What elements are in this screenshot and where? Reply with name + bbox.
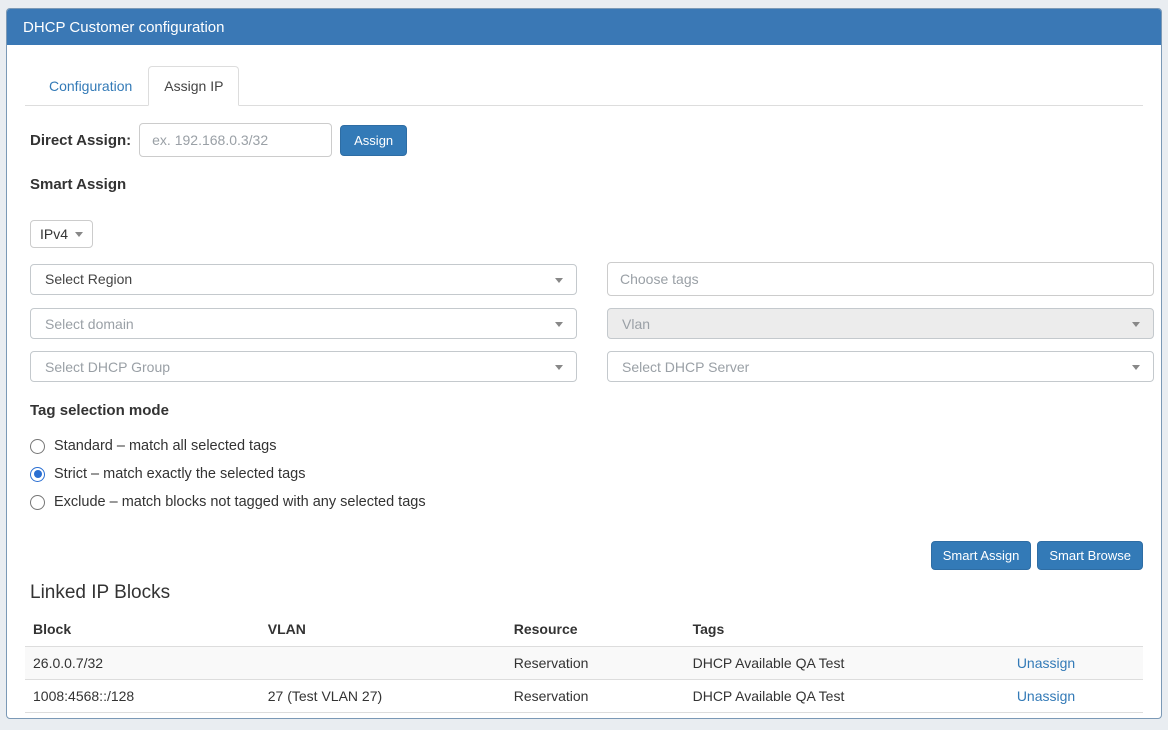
column-header-block: Block (25, 613, 260, 647)
caret-down-icon (555, 278, 563, 283)
cell-vlan (260, 647, 506, 680)
dhcp-group-select[interactable]: Select DHCP Group (30, 351, 577, 382)
tag-mode-exclude-radio[interactable]: Exclude – match blocks not tagged with a… (30, 494, 1143, 510)
domain-select[interactable]: Select domain (30, 308, 577, 339)
dhcp-server-select-value: Select DHCP Server (622, 359, 749, 375)
caret-down-icon (1132, 365, 1140, 370)
tab-assign-ip[interactable]: Assign IP (148, 66, 239, 106)
cell-vlan: 27 (Test VLAN 27) (260, 680, 506, 713)
cell-tags: DHCP Available QA Test (685, 647, 1009, 680)
tag-selection-mode-heading: Tag selection mode (30, 402, 1143, 419)
direct-assign-label: Direct Assign: (30, 132, 131, 149)
caret-down-icon (1132, 322, 1140, 327)
tags-input[interactable] (607, 262, 1154, 296)
linked-ip-blocks-table: Block VLAN Resource Tags 26.0.0.7/32 Res… (25, 613, 1143, 713)
smart-assign-filters: Select Region Select domain Vlan Select … (30, 262, 1143, 382)
region-select[interactable]: Select Region (30, 264, 577, 295)
tab-bar: Configuration Assign IP (25, 66, 1143, 106)
linked-ip-blocks-heading: Linked IP Blocks (30, 582, 1143, 604)
dhcp-server-select[interactable]: Select DHCP Server (607, 351, 1154, 382)
cell-block: 1008:4568::/128 (25, 680, 260, 713)
ip-version-value: IPv4 (40, 226, 68, 242)
column-header-action (1009, 613, 1143, 647)
table-row: 26.0.0.7/32 Reservation DHCP Available Q… (25, 647, 1143, 680)
dhcp-group-select-value: Select DHCP Group (45, 359, 170, 375)
radio-icon (30, 495, 45, 510)
cell-resource: Reservation (506, 680, 685, 713)
tag-mode-radio-group: Standard – match all selected tags Stric… (30, 438, 1143, 510)
smart-assign-heading: Smart Assign (30, 176, 1143, 193)
panel-title: DHCP Customer configuration (7, 9, 1161, 45)
radio-icon (30, 439, 45, 454)
unassign-link[interactable]: Unassign (1017, 688, 1075, 704)
column-header-tags: Tags (685, 613, 1009, 647)
caret-down-icon (555, 365, 563, 370)
caret-down-icon (75, 232, 83, 237)
vlan-select: Vlan (607, 308, 1154, 339)
caret-down-icon (555, 322, 563, 327)
direct-assign-row: Direct Assign: Assign (30, 123, 1143, 157)
region-select-value: Select Region (45, 271, 132, 287)
tag-mode-standard-label: Standard – match all selected tags (54, 438, 276, 454)
table-header-row: Block VLAN Resource Tags (25, 613, 1143, 647)
smart-browse-button[interactable]: Smart Browse (1037, 541, 1143, 570)
panel-body: Configuration Assign IP Direct Assign: A… (7, 45, 1161, 713)
unassign-link[interactable]: Unassign (1017, 655, 1075, 671)
column-header-vlan: VLAN (260, 613, 506, 647)
tab-configuration[interactable]: Configuration (33, 66, 148, 106)
cell-tags: DHCP Available QA Test (685, 680, 1009, 713)
domain-select-value: Select domain (45, 316, 134, 332)
tag-mode-strict-label: Strict – match exactly the selected tags (54, 466, 305, 482)
cell-block: 26.0.0.7/32 (25, 647, 260, 680)
table-row: 1008:4568::/128 27 (Test VLAN 27) Reserv… (25, 680, 1143, 713)
assign-button[interactable]: Assign (340, 125, 407, 156)
dhcp-customer-configuration-panel: DHCP Customer configuration Configuratio… (6, 8, 1162, 719)
tag-mode-strict-radio[interactable]: Strict – match exactly the selected tags (30, 466, 1143, 482)
radio-icon (30, 467, 45, 482)
smart-assign-button[interactable]: Smart Assign (931, 541, 1032, 570)
tag-mode-exclude-label: Exclude – match blocks not tagged with a… (54, 494, 426, 510)
vlan-select-value: Vlan (622, 316, 650, 332)
smart-actions: Smart Assign Smart Browse (25, 541, 1143, 570)
ip-version-dropdown[interactable]: IPv4 (30, 220, 93, 248)
column-header-resource: Resource (506, 613, 685, 647)
cell-resource: Reservation (506, 647, 685, 680)
direct-assign-input[interactable] (139, 123, 332, 157)
tag-mode-standard-radio[interactable]: Standard – match all selected tags (30, 438, 1143, 454)
